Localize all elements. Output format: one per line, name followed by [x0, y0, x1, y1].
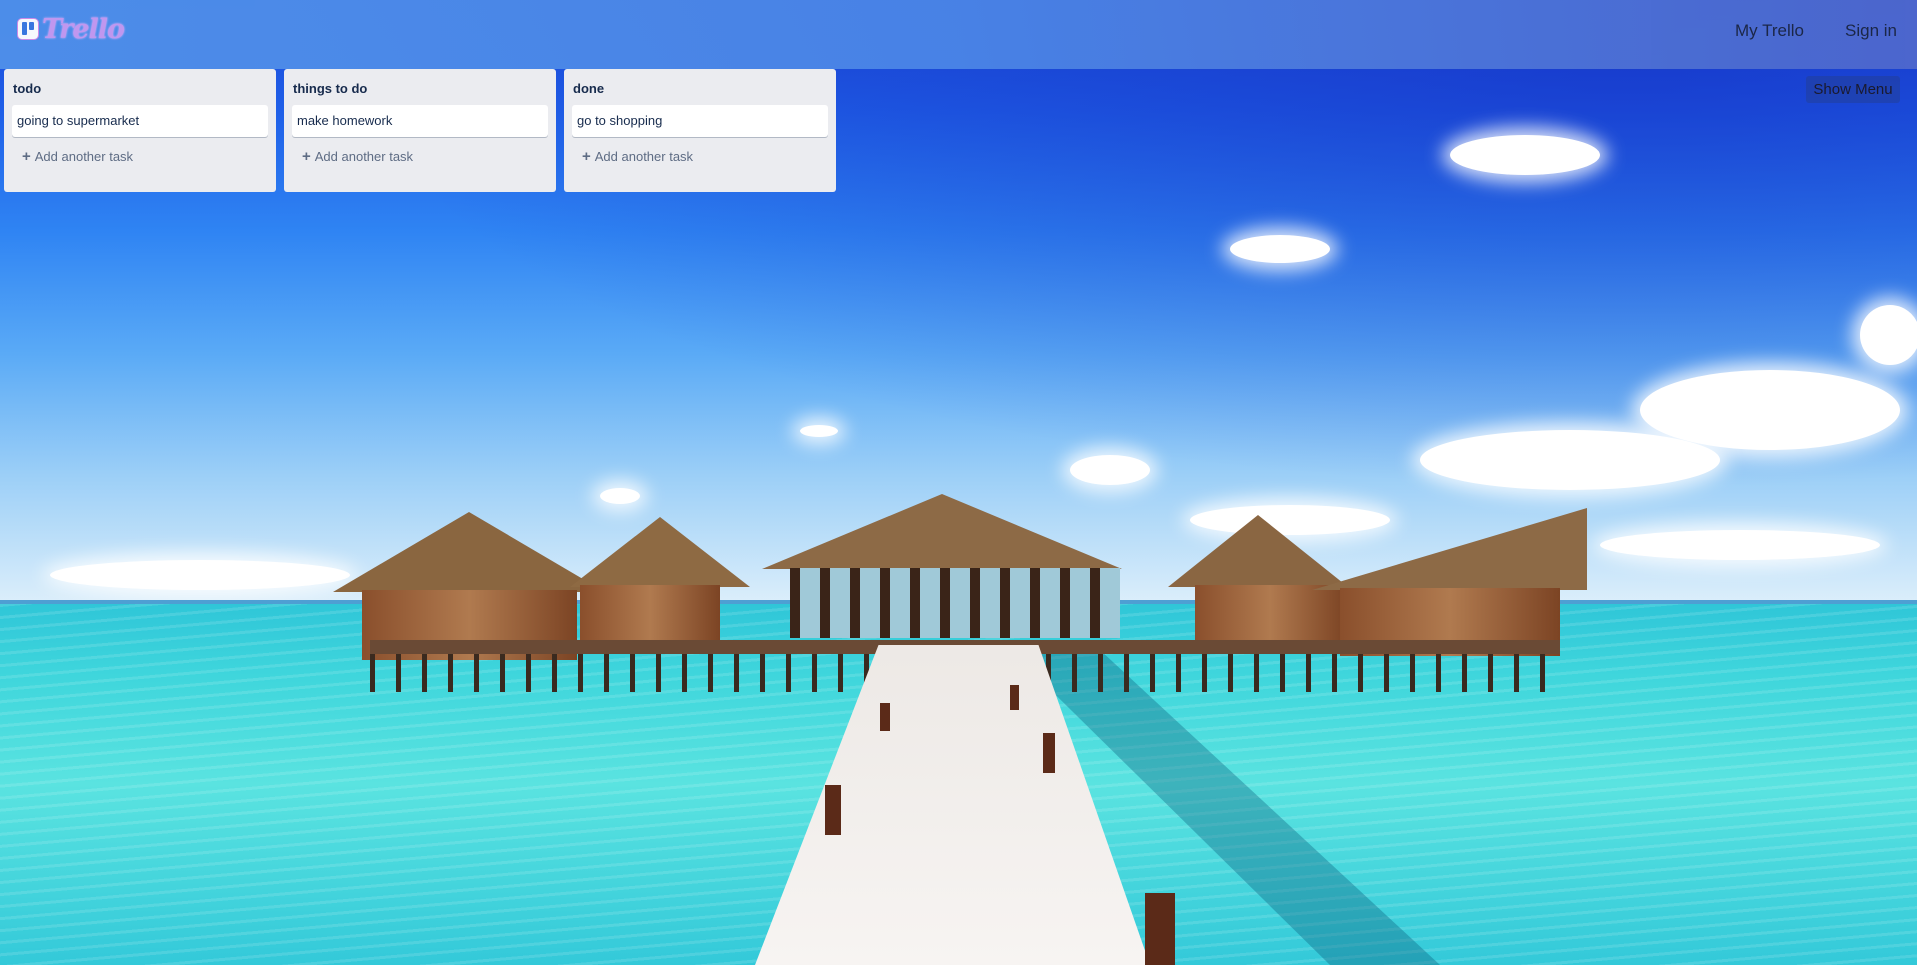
pier-post	[825, 785, 841, 835]
hut-roof	[762, 494, 1122, 569]
cloud	[600, 488, 640, 504]
cloud	[800, 425, 838, 437]
task-card[interactable]: going to supermarket	[12, 105, 268, 137]
cloud	[1230, 235, 1330, 263]
logo-text: Trello	[42, 13, 125, 45]
list-things-to-do: things to do make homework + Add another…	[284, 69, 556, 192]
plus-icon: +	[582, 147, 591, 165]
hut-roof	[570, 517, 750, 587]
plus-icon: +	[302, 147, 311, 165]
list-title[interactable]: things to do	[293, 81, 546, 99]
hut	[580, 585, 720, 645]
nav-my-trello-link[interactable]: My Trello	[1735, 21, 1804, 41]
add-task-button[interactable]: + Add another task	[572, 147, 828, 165]
hut-roof	[333, 512, 605, 592]
cloud	[1450, 135, 1600, 175]
pier-post	[1010, 685, 1019, 710]
cloud	[1420, 430, 1720, 490]
show-menu-button[interactable]: Show Menu	[1806, 76, 1900, 103]
add-task-button[interactable]: + Add another task	[292, 147, 548, 165]
add-task-label: Add another task	[314, 148, 414, 164]
cloud	[1070, 455, 1150, 485]
cloud	[50, 560, 350, 590]
list-title[interactable]: todo	[13, 81, 266, 99]
task-card[interactable]: go to shopping	[572, 105, 828, 137]
plus-icon: +	[22, 147, 31, 165]
cloud	[1860, 305, 1917, 365]
trello-logo-icon	[18, 19, 38, 39]
pier-post	[1145, 893, 1175, 965]
pavilion	[790, 568, 1120, 638]
cloud	[1600, 530, 1880, 560]
logo[interactable]: Trello	[18, 13, 125, 45]
cloud	[1640, 370, 1900, 450]
pier-post	[880, 703, 890, 731]
pier-post	[1043, 733, 1055, 773]
task-card[interactable]: make homework	[292, 105, 548, 137]
list-title[interactable]: done	[573, 81, 826, 99]
nav-sign-in-link[interactable]: Sign in	[1845, 21, 1897, 41]
list-todo: todo going to supermarket + Add another …	[4, 69, 276, 192]
list-done: done go to shopping + Add another task	[564, 69, 836, 192]
add-task-button[interactable]: + Add another task	[12, 147, 268, 165]
hut-roof	[1312, 508, 1587, 590]
add-task-label: Add another task	[594, 148, 694, 164]
top-header: Trello My Trello Sign in	[0, 0, 1917, 69]
hut	[1195, 585, 1345, 645]
add-task-label: Add another task	[34, 148, 134, 164]
